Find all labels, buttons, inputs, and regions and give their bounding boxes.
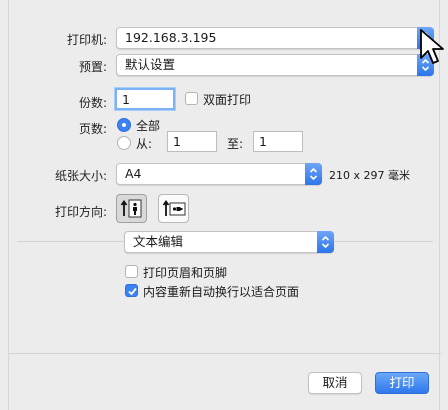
pages-from-input[interactable]: 1: [167, 131, 217, 152]
pages-all-label: 全部: [136, 119, 161, 133]
rewrap-checkbox[interactable]: [125, 284, 138, 297]
portrait-orientation-icon: [120, 199, 142, 218]
print-button[interactable]: 打印: [375, 372, 429, 394]
paper-size-value: A4: [125, 166, 142, 181]
stepper-icon: [305, 163, 322, 185]
paper-size-label: 纸张大小:: [54, 169, 107, 183]
printer-popup[interactable]: 192.168.3.195: [116, 27, 434, 49]
orientation-portrait-button[interactable]: [116, 194, 147, 223]
printer-value: 192.168.3.195: [125, 30, 217, 45]
stepper-icon: [317, 231, 334, 253]
pages-range-radio[interactable]: [117, 136, 131, 150]
copies-input[interactable]: 1: [115, 88, 175, 110]
mouse-cursor-icon: [420, 29, 444, 64]
footer-divider: [9, 353, 441, 354]
print-dialog: 打印机: 192.168.3.195 预置: 默认设置 份数: 1 双面打印 页…: [8, 0, 444, 410]
header-footer-label: 打印页眉和页脚: [143, 266, 228, 280]
header-footer-checkbox[interactable]: [125, 265, 138, 278]
section-popup[interactable]: 文本编辑: [124, 231, 334, 253]
cancel-button[interactable]: 取消: [308, 372, 362, 394]
pages-label: 页数:: [78, 122, 107, 136]
orientation-label: 打印方向:: [54, 205, 107, 219]
printer-label: 打印机:: [66, 33, 107, 47]
rewrap-label: 内容重新自动换行以适合页面: [143, 285, 300, 299]
paper-size-popup[interactable]: A4: [116, 163, 322, 185]
preset-label: 预置:: [78, 60, 107, 74]
pages-to-label: 至:: [227, 137, 244, 151]
orientation-landscape-button[interactable]: [158, 194, 189, 223]
pages-from-label: 从:: [136, 137, 153, 151]
preset-popup[interactable]: 默认设置: [116, 54, 434, 76]
pages-all-radio[interactable]: [117, 118, 131, 132]
paper-dimensions: 210 x 297 毫米: [329, 169, 410, 182]
section-value: 文本编辑: [133, 234, 184, 249]
preset-value: 默认设置: [125, 57, 176, 72]
duplex-label: 双面打印: [203, 93, 252, 107]
checkmark-icon: [128, 287, 137, 296]
duplex-checkbox[interactable]: [185, 92, 198, 105]
copies-label: 份数:: [78, 96, 107, 110]
landscape-orientation-icon: [162, 199, 186, 216]
pages-to-input[interactable]: 1: [253, 131, 303, 152]
